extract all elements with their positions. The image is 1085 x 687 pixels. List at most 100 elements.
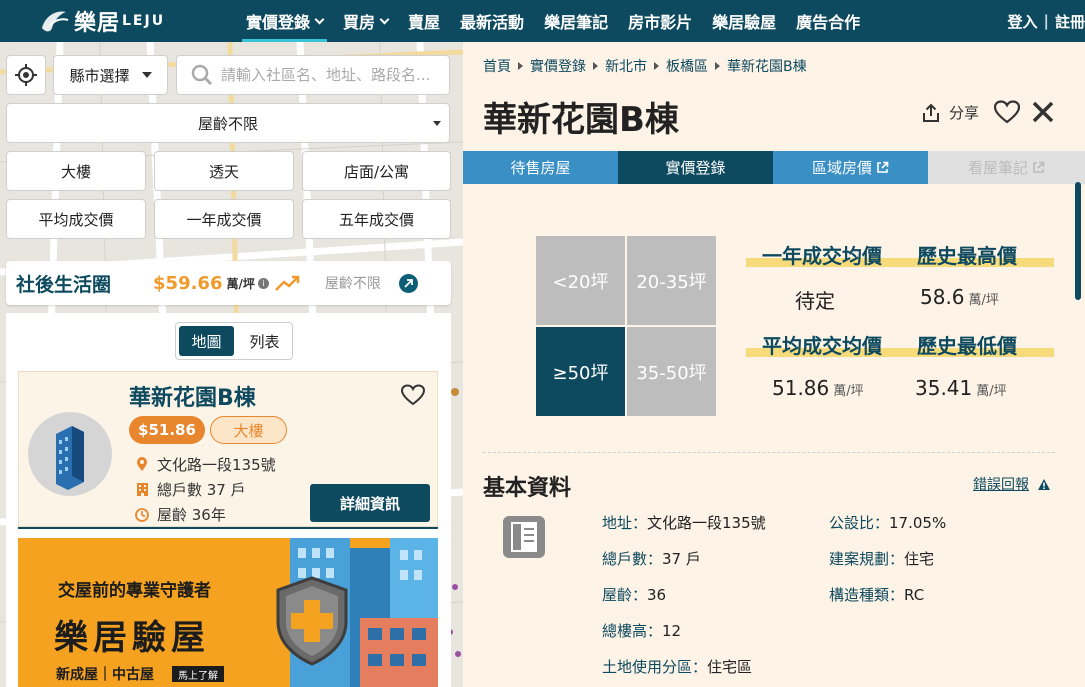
nav-item-videos[interactable]: 房市影片: [618, 0, 702, 42]
detail-info-button[interactable]: 詳細資訊: [310, 484, 430, 522]
tab-viewing-notes[interactable]: 看屋筆記: [928, 151, 1085, 184]
search-box[interactable]: [176, 55, 450, 95]
share-button[interactable]: 分享: [921, 102, 979, 123]
breadcrumb: 首頁 實價登錄 新北市 板橋區 華新花園B棟: [483, 56, 807, 76]
size-under-20-button[interactable]: <20坪: [536, 236, 625, 325]
page-title: 華新花園B棟: [483, 100, 679, 140]
auth-divider: |: [1043, 12, 1049, 30]
view-toggle: 地圖 列表: [175, 322, 293, 360]
nav-item-real-price[interactable]: 實價登錄: [236, 0, 333, 42]
size-over-50-button[interactable]: ≥50坪: [536, 327, 625, 416]
avg-label: 平均成交均價: [762, 334, 882, 358]
error-report-link[interactable]: 錯誤回報: [973, 474, 1051, 494]
tab-real-price[interactable]: 實價登錄: [618, 151, 773, 184]
building-small-icon: [133, 482, 151, 497]
card-type-badge: 大樓: [210, 416, 287, 444]
filter-townhouse-type[interactable]: 透天: [154, 151, 294, 191]
document-icon: [503, 516, 545, 558]
nav-item-inspection[interactable]: 樂居驗屋: [702, 0, 786, 42]
banner-footer: 新成屋｜中古屋: [56, 667, 154, 683]
filter-five-year-price[interactable]: 五年成交價: [302, 199, 451, 239]
share-link-icon[interactable]: [398, 273, 418, 293]
main-menu: 實價登錄 買房 賣屋 最新活動 樂居筆記 房市影片 樂居驗屋 廣告合作: [236, 0, 870, 42]
size-range-selector: <20坪 20-35坪 ≥50坪 35-50坪: [536, 236, 717, 416]
breadcrumb-home[interactable]: 首頁: [483, 56, 511, 76]
card-community-title[interactable]: 華新花園B棟: [129, 380, 256, 412]
breadcrumb-arrow-icon: [593, 62, 598, 70]
filter-building-type[interactable]: 大樓: [6, 151, 146, 191]
tab-for-sale[interactable]: 待售房屋: [463, 151, 618, 184]
card-households-row: 總戶數 37 戶: [133, 479, 246, 500]
banner-buildings-illustration: [276, 538, 438, 687]
basic-info-title: 基本資料: [483, 476, 572, 501]
leju-logo[interactable]: 樂居 LEJU: [38, 0, 188, 42]
breadcrumb-arrow-icon: [654, 62, 659, 70]
heart-icon[interactable]: [401, 384, 425, 406]
nav-item-advertising[interactable]: 廣告合作: [786, 0, 870, 42]
location-pin-icon: [133, 457, 151, 472]
one-year-avg-label: 一年成交均價: [762, 244, 882, 268]
nav-item-buy[interactable]: 買房: [333, 0, 398, 42]
tab-area-price[interactable]: 區域房價: [773, 151, 928, 184]
search-input[interactable]: [221, 66, 441, 84]
community-price: $59.66: [153, 272, 223, 294]
card-address-row: 文化路一段135號: [133, 454, 276, 475]
info-icon[interactable]: i: [257, 277, 269, 289]
nav-item-sell[interactable]: 賣屋: [398, 0, 450, 42]
filter-one-year-price[interactable]: 一年成交價: [154, 199, 294, 239]
banner-cta-button[interactable]: 馬上了解: [172, 666, 224, 682]
size-35-50-button[interactable]: 35-50坪: [627, 327, 716, 416]
filter-average-price[interactable]: 平均成交價: [6, 199, 146, 239]
register-link[interactable]: 註冊: [1055, 11, 1085, 32]
card-underline: [18, 527, 438, 529]
dropdown-arrow-icon: [433, 121, 441, 126]
community-summary-bar: 社後生活圈 $59.66 萬/坪 i 屋齡不限: [6, 261, 451, 305]
view-map-toggle[interactable]: 地圖: [179, 326, 234, 356]
close-icon[interactable]: [1031, 100, 1055, 124]
breadcrumb-arrow-icon: [715, 62, 720, 70]
login-link[interactable]: 登入: [1007, 11, 1037, 32]
size-20-35-button[interactable]: 20-35坪: [627, 236, 716, 325]
dropdown-arrow-icon: [141, 72, 152, 78]
community-card[interactable]: 華新花園B棟 $51.86 大樓 文化路一段135號 總戶數 37 戶 屋齡 3…: [18, 371, 438, 527]
chevron-down-icon: [379, 14, 390, 24]
info-land-use: 土地使用分區：住宅區: [602, 658, 753, 676]
inspection-ad-banner[interactable]: 交屋前的專業守護者 樂居驗屋 新成屋｜中古屋 馬上了解: [18, 538, 438, 687]
top-navigation: 樂居 LEJU 實價登錄 買房 賣屋 最新活動 樂居筆記 房市影片 樂居驗屋 廣…: [0, 0, 1085, 42]
house-age-select[interactable]: 屋齡不限: [6, 103, 450, 143]
breadcrumb-arrow-icon: [518, 62, 523, 70]
community-price-unit: 萬/坪: [226, 276, 255, 291]
view-list-toggle[interactable]: 列表: [237, 323, 292, 359]
hist-high-label: 歷史最高價: [917, 244, 1017, 268]
info-structure: 構造種類：RC: [829, 586, 925, 604]
result-list-panel: 地圖 列表 華新花園B棟 $51.86 大樓 文化路一段135號 總戶數 37 …: [6, 313, 451, 687]
clock-icon: [133, 507, 151, 522]
hist-low-label: 歷史最低價: [917, 334, 1017, 358]
logo-swirl-icon: [42, 11, 69, 32]
hist-low-value: 35.41 萬/坪: [915, 376, 1007, 400]
detail-panel: 首頁 實價登錄 新北市 板橋區 華新花園B棟 華新花園B棟 分享 待售房屋 實價…: [463, 42, 1085, 687]
nav-item-notes[interactable]: 樂居筆記: [534, 0, 618, 42]
share-icon: [923, 103, 939, 122]
breadcrumb-city[interactable]: 新北市: [605, 56, 647, 76]
info-address: 地址：文化路一段135號: [602, 514, 766, 532]
building-icon: [56, 426, 84, 490]
nav-item-events[interactable]: 最新活動: [450, 0, 534, 42]
external-link-icon: [877, 161, 889, 173]
city-select[interactable]: 縣市選擇: [53, 55, 168, 95]
scrollbar-thumb[interactable]: [1075, 182, 1081, 300]
card-age-row: 屋齡 36年: [133, 504, 226, 525]
breadcrumb-real-price[interactable]: 實價登錄: [530, 56, 586, 76]
filter-shop-apartment-type[interactable]: 店面/公寓: [302, 151, 451, 191]
crosshair-icon: [15, 64, 37, 86]
locate-me-button[interactable]: [6, 55, 46, 95]
banner-subtitle: 交屋前的專業守護者: [58, 581, 211, 601]
map-panel[interactable]: 縣市選擇 屋齡不限 大樓 透天 店面/公寓 平均成交價 一年成交價 五年成交價 …: [0, 42, 463, 687]
trend-up-icon: [274, 275, 300, 291]
banner-title: 樂居驗屋: [54, 618, 210, 658]
external-link-icon: [1033, 161, 1045, 173]
breadcrumb-district[interactable]: 板橋區: [666, 56, 708, 76]
warning-icon: [1038, 478, 1050, 490]
breadcrumb-community[interactable]: 華新花園B棟: [727, 56, 807, 76]
favorite-heart-icon[interactable]: [994, 100, 1020, 124]
